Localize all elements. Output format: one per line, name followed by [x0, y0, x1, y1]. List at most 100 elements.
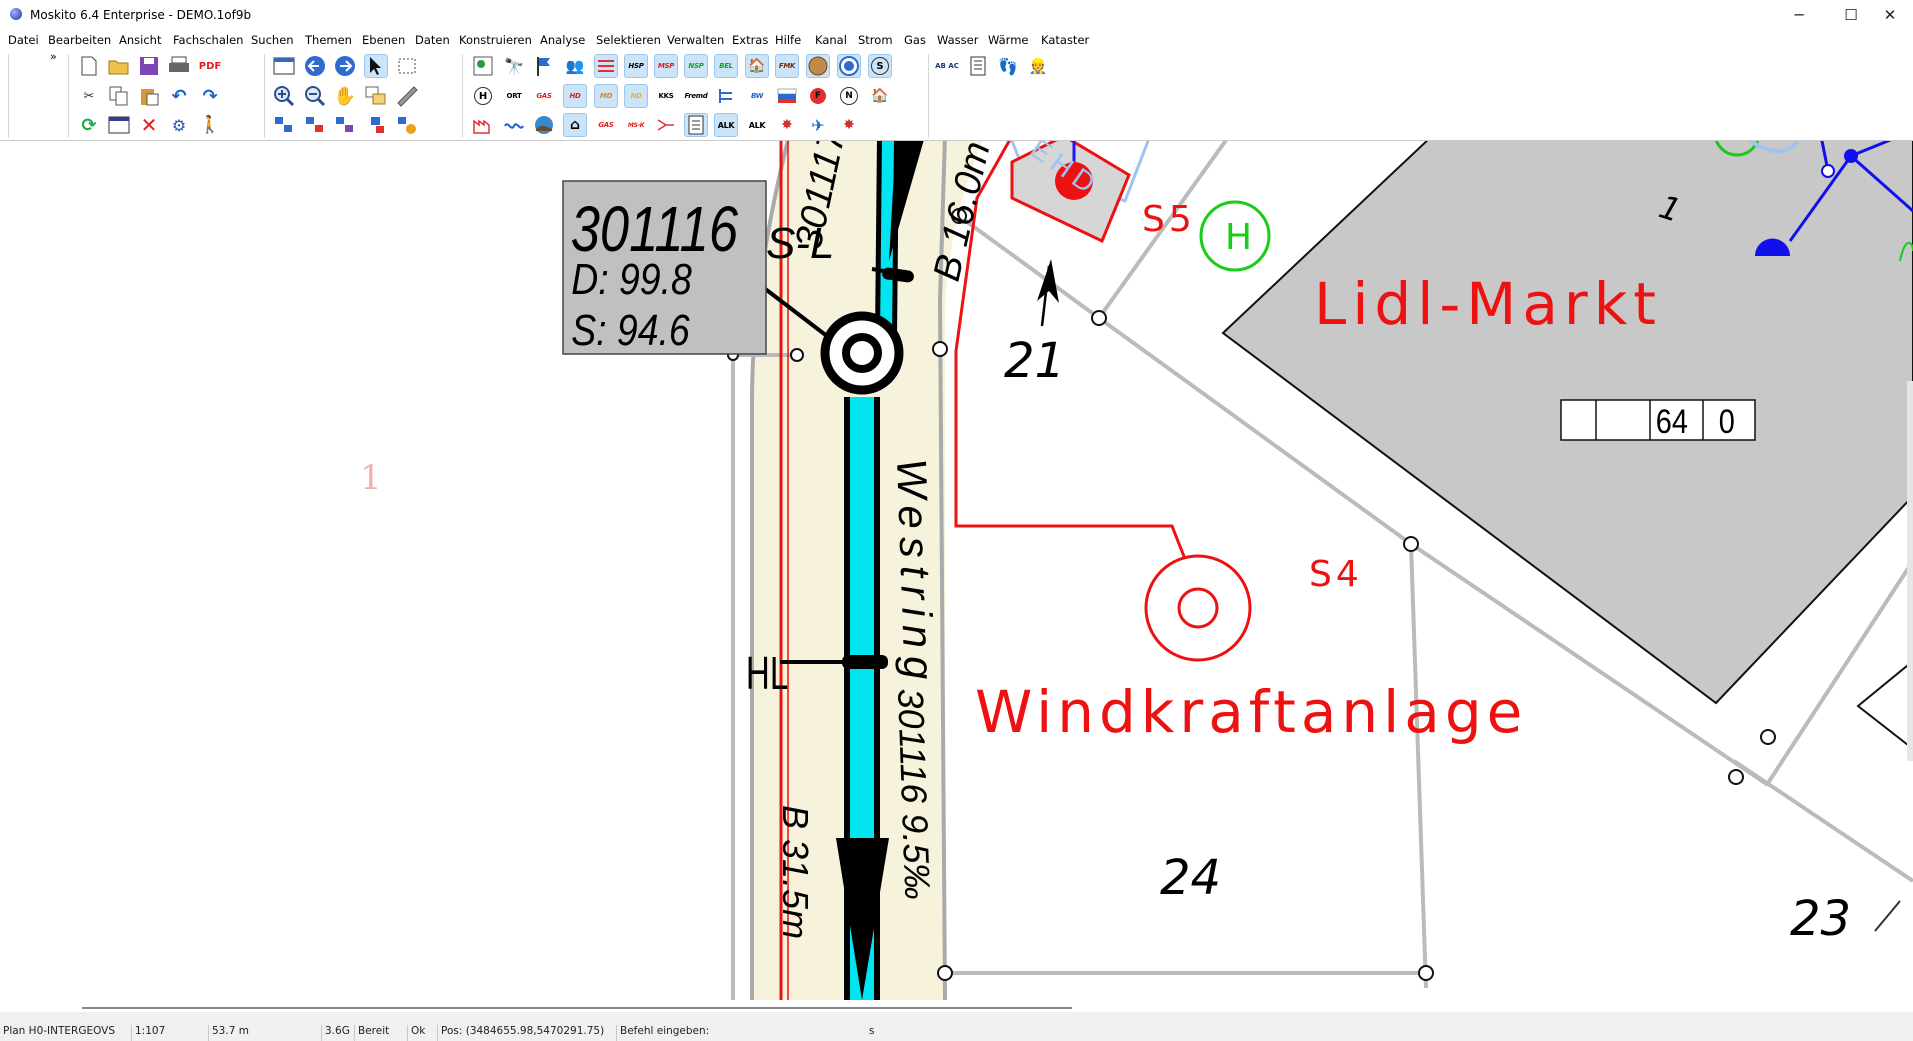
layer-settings-icon[interactable] [395, 113, 419, 137]
menu-strom[interactable]: Strom [858, 33, 893, 47]
cut-icon[interactable]: ✂ [77, 84, 101, 108]
pipe-top[interactable] [880, 141, 894, 338]
menu-verwalten[interactable]: Verwalten [667, 33, 724, 47]
ms-k-icon[interactable]: MS-K [624, 113, 648, 137]
menu-extras[interactable]: Extras [732, 33, 768, 47]
gas-icon[interactable]: GAS [532, 84, 556, 108]
walk-icon[interactable]: 🚶 [198, 113, 222, 137]
wind-turbine-outer[interactable] [1144, 554, 1252, 662]
airplane-icon[interactable]: ✈ [806, 113, 830, 137]
menu-bearbeiten[interactable]: Bearbeiten [48, 33, 111, 47]
house-outline-icon[interactable]: ⌂ [563, 113, 587, 137]
menu-daten[interactable]: Daten [415, 33, 450, 47]
user-icon[interactable]: 👷 [1026, 54, 1050, 78]
settings-gear-icon[interactable]: ⚙ [167, 113, 191, 137]
open-folder-icon[interactable] [107, 54, 131, 78]
line-tool-icon[interactable] [594, 54, 618, 78]
nd-icon[interactable]: ND [624, 84, 648, 108]
layer-blue-icon[interactable] [272, 113, 296, 137]
flag-icon[interactable] [532, 54, 556, 78]
merge-lines-icon[interactable] [654, 113, 678, 137]
spark-icon[interactable]: ✸ [775, 113, 799, 137]
s-circle-icon[interactable]: S [868, 54, 892, 78]
pan-hand-icon[interactable]: ✋ [333, 84, 357, 108]
delete-icon[interactable]: ✕ [137, 113, 161, 137]
md-icon[interactable]: MD [594, 84, 618, 108]
close-button[interactable]: ✕ [1867, 0, 1913, 30]
notes-icon[interactable] [966, 54, 990, 78]
fmk-icon[interactable]: FMK [775, 54, 799, 78]
alk-icon-2[interactable]: ALK [745, 113, 769, 137]
flag-stripes-icon[interactable] [775, 84, 799, 108]
n-circle-icon[interactable]: N [837, 84, 861, 108]
copy-icon[interactable] [107, 84, 131, 108]
landscape-icon[interactable] [532, 113, 556, 137]
bw-icon[interactable]: BW [745, 84, 769, 108]
layer-mixed-icon[interactable] [364, 113, 388, 137]
wave-icon[interactable] [502, 113, 526, 137]
menu-kataster[interactable]: Kataster [1041, 33, 1089, 47]
print-icon[interactable] [167, 54, 191, 78]
menu-ansicht[interactable]: Ansicht [119, 33, 161, 47]
zoom-out-icon[interactable] [303, 84, 327, 108]
factory-icon[interactable] [471, 113, 495, 137]
menu-gas[interactable]: Gas [904, 33, 926, 47]
menu-waerme[interactable]: Wärme [988, 33, 1029, 47]
zoom-in-icon[interactable] [272, 84, 296, 108]
toolbar-overflow-button[interactable]: » [50, 50, 57, 63]
bel-icon[interactable]: BEL [714, 54, 738, 78]
hd-icon[interactable]: HD [563, 84, 587, 108]
kks-icon[interactable]: KKS [654, 84, 678, 108]
vertical-scrollbar[interactable] [1907, 381, 1913, 761]
redo-icon[interactable]: ↷ [198, 84, 222, 108]
back-arrow-icon[interactable] [303, 54, 327, 78]
measure-ruler-icon[interactable] [395, 84, 419, 108]
map-canvas[interactable]: 301116 D: 99.8 S: 94.6 S-L 301117 B 16.0… [0, 141, 1913, 1000]
document-list-icon[interactable] [684, 113, 708, 137]
footprints-icon[interactable]: 👣 [996, 54, 1020, 78]
abc-replace-icon[interactable]: AB AC [935, 54, 959, 78]
fremd-icon[interactable]: Fremd [684, 84, 708, 108]
command-prompt-label[interactable]: Befehl eingeben: [616, 1025, 866, 1041]
zoom-extent-icon[interactable] [364, 84, 388, 108]
window-icon[interactable] [107, 113, 131, 137]
binoculars-icon[interactable]: 🔭 [502, 54, 526, 78]
paste-icon[interactable] [137, 84, 161, 108]
undo-icon[interactable]: ↶ [167, 84, 191, 108]
group-icon[interactable]: 👥 [563, 54, 587, 78]
tree-structure-icon[interactable] [714, 84, 738, 108]
h-circle-icon[interactable]: H [471, 84, 495, 108]
refresh-icon[interactable]: ⟳ [77, 113, 101, 137]
menu-wasser[interactable]: Wasser [937, 33, 978, 47]
status-scale[interactable]: 1:107 [131, 1025, 208, 1041]
rectangle-select-icon[interactable] [395, 54, 419, 78]
gas-small-icon[interactable]: GAS [594, 113, 618, 137]
house-icon[interactable]: 🏠 [745, 54, 769, 78]
ort-icon[interactable]: ORT [502, 84, 526, 108]
nsp-icon[interactable]: NSP [684, 54, 708, 78]
menu-hilfe[interactable]: Hilfe [775, 33, 801, 47]
forward-arrow-icon[interactable] [333, 54, 357, 78]
globe-icon[interactable] [806, 54, 830, 78]
select-pointer-icon[interactable] [364, 54, 388, 78]
msp-icon[interactable]: MSP [654, 54, 678, 78]
pdf-export-icon[interactable]: PDF [198, 54, 222, 78]
horizontal-scrollbar[interactable] [0, 1000, 1913, 1012]
minimize-button[interactable]: ─ [1776, 0, 1822, 30]
menu-fachschalen[interactable]: Fachschalen [173, 33, 243, 47]
f-circle-icon[interactable]: F [806, 84, 830, 108]
menu-selektieren[interactable]: Selektieren [596, 33, 661, 47]
burst-icon[interactable]: ✸ [837, 113, 861, 137]
save-icon[interactable] [137, 54, 161, 78]
map-drawing[interactable]: 301116 D: 99.8 S: 94.6 S-L 301117 B 16.0… [0, 141, 1913, 1000]
menu-suchen[interactable]: Suchen [251, 33, 294, 47]
menu-themen[interactable]: Themen [305, 33, 352, 47]
menu-ebenen[interactable]: Ebenen [362, 33, 405, 47]
new-file-icon[interactable] [77, 54, 101, 78]
hsp-icon[interactable]: HSP [624, 54, 648, 78]
home-building-icon[interactable]: 🏠 [868, 84, 892, 108]
menu-kanal[interactable]: Kanal [815, 33, 847, 47]
menu-konstruieren[interactable]: Konstruieren [459, 33, 532, 47]
target-circle-icon[interactable] [837, 54, 861, 78]
alk-icon-1[interactable]: ALK [714, 113, 738, 137]
